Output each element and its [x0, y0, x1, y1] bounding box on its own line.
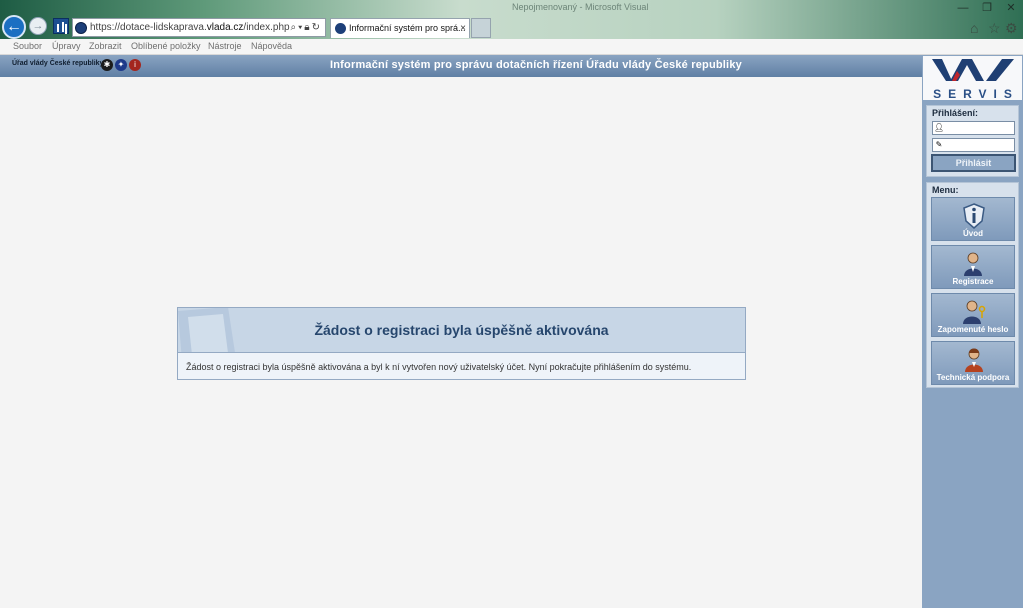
username-field[interactable]: 👤︎: [932, 121, 1015, 135]
address-url: https://dotace-lidskaprava.vlada.cz/inde…: [90, 22, 290, 33]
menu-napoveda[interactable]: Nápověda: [251, 39, 292, 54]
search-icon[interactable]: ⌕: [290, 22, 298, 33]
browser-tab[interactable]: Informační systém pro sprá... ×: [330, 18, 470, 38]
menu-label-uvod: Úvod: [963, 229, 983, 238]
menu-title: Menu:: [932, 185, 959, 195]
close-window-button[interactable]: ✕: [999, 0, 1023, 16]
user-icon: 👤︎: [934, 123, 945, 132]
login-title: Přihlášení:: [932, 108, 979, 118]
menu-label-zapomenute-heslo: Zapomenuté heslo: [937, 325, 1009, 334]
menu-oblibene[interactable]: Oblíbené položky: [131, 39, 201, 54]
message-body: Žádost o registraci byla úspěšně aktivov…: [186, 362, 692, 372]
menu-nastroje[interactable]: Nástroje: [208, 39, 242, 54]
menu-item-uvod[interactable]: Úvod: [931, 197, 1015, 241]
password-input[interactable]: [945, 139, 1013, 151]
back-button[interactable]: ←: [2, 15, 26, 39]
pencil-icon: ✎: [935, 140, 943, 149]
support-person-icon: [965, 348, 983, 372]
vav-logo-icon: [932, 59, 1014, 81]
site-pin-icon[interactable]: [53, 18, 69, 34]
arrow-left-icon: ←: [6, 18, 22, 35]
tab-favicon-icon: [335, 23, 346, 34]
browser-menubar: Soubor Úpravy Zobrazit Oblíbené položky …: [0, 39, 1023, 55]
menu-upravy[interactable]: Úpravy: [52, 39, 81, 54]
person-key-icon: [963, 300, 986, 324]
message-title: Žádost o registraci byla úspěšně aktivov…: [314, 322, 609, 338]
arrow-right-icon: →: [32, 20, 44, 32]
forward-button[interactable]: →: [29, 17, 47, 35]
tab-close-icon[interactable]: ×: [460, 19, 466, 38]
menu-soubor[interactable]: Soubor: [13, 39, 42, 54]
org-name: Úřad vlády České republiky: [12, 60, 104, 67]
favicon-icon: [75, 22, 87, 34]
login-button[interactable]: Přihlásit: [931, 154, 1016, 172]
site-title: Informační systém pro správu dotačních ř…: [330, 59, 742, 71]
favorites-star-icon[interactable]: ☆: [988, 20, 1001, 37]
lock-icon[interactable]: 🔒︎: [304, 22, 311, 33]
address-bar[interactable]: https://dotace-lidskaprava.vlada.cz/inde…: [72, 18, 326, 37]
message-header: Žádost o registraci byla úspěšně aktivov…: [178, 308, 745, 353]
menu-panel: Menu: Úvod Registrace Zapomenuté heslo T…: [926, 182, 1019, 388]
browser-titlebar: Nepojmenovaný - Microsoft Visual — ❐ ✕ ←…: [0, 0, 1023, 39]
window-title: Nepojmenovaný - Microsoft Visual: [512, 2, 649, 12]
login-panel: Přihlášení: 👤︎ ✎ Přihlásit: [926, 105, 1019, 177]
new-tab-button[interactable]: [471, 18, 491, 38]
settings-gear-icon[interactable]: ⚙: [1005, 20, 1018, 37]
vav-servis-logo: SERVIS: [923, 56, 1022, 101]
menu-item-zapomenute-heslo[interactable]: Zapomenuté heslo: [931, 293, 1015, 337]
address-actions[interactable]: ⌕▾🔒︎↻: [290, 19, 322, 36]
password-field[interactable]: ✎: [932, 138, 1015, 152]
logo-text: SERVIS: [933, 87, 1019, 101]
menu-zobrazit[interactable]: Zobrazit: [89, 39, 122, 54]
info-icon[interactable]: i: [129, 59, 141, 71]
menu-item-registrace[interactable]: Registrace: [931, 245, 1015, 289]
refresh-icon[interactable]: ↻: [312, 22, 322, 33]
maximize-button[interactable]: ❐: [975, 0, 999, 16]
menu-item-technicka-podpora[interactable]: Technická podpora: [931, 341, 1015, 385]
person-icon: [964, 252, 982, 276]
message-box: Žádost o registraci byla úspěšně aktivov…: [177, 307, 746, 380]
eu-flag-icon[interactable]: ✦: [115, 59, 127, 71]
info-shield-icon: [963, 203, 985, 229]
minimize-button[interactable]: —: [951, 0, 975, 16]
menu-label-technicka-podpora: Technická podpora: [936, 373, 1010, 382]
site-header: Úřad vlády České republiky ✱ ✦ i Informa…: [0, 55, 922, 77]
sidebar: SERVIS Přihlášení: 👤︎ ✎ Přihlásit Menu: …: [922, 55, 1023, 608]
username-input[interactable]: [945, 122, 1013, 134]
menu-label-registrace: Registrace: [952, 277, 994, 286]
tab-title: Informační systém pro sprá...: [349, 23, 466, 33]
accessibility-icon[interactable]: ✱: [101, 59, 113, 71]
home-icon[interactable]: ⌂: [970, 20, 978, 36]
